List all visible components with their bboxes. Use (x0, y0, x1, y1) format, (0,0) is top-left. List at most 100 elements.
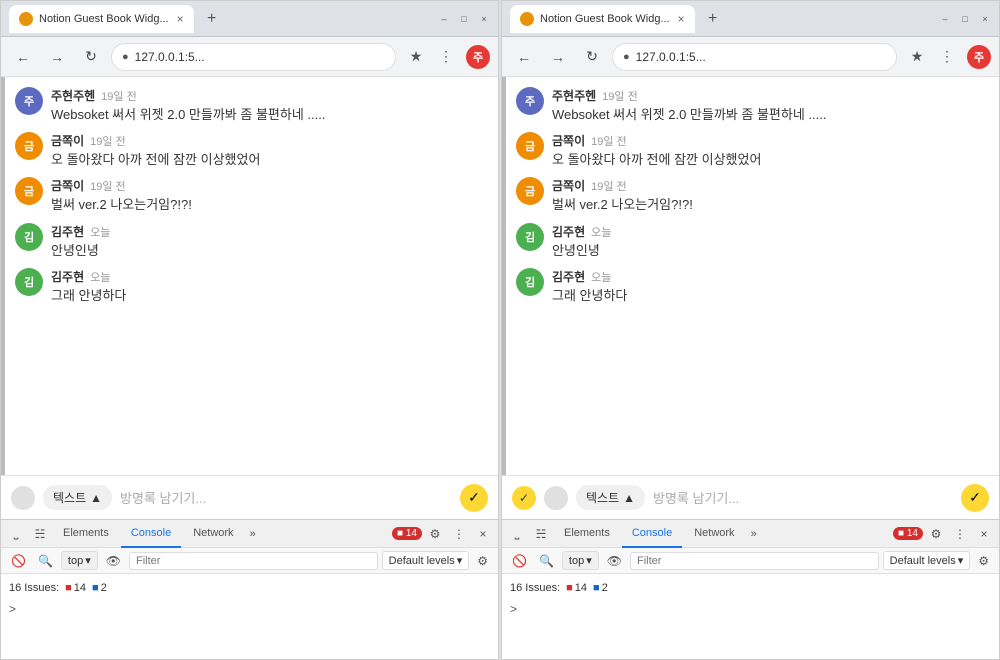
tab-bar-right: Notion Guest Book Widg... × + (510, 5, 927, 33)
reload-btn-right[interactable]: ↻ (578, 43, 606, 71)
tab-bar-left: Notion Guest Book Widg... × + (9, 5, 426, 33)
input-type-btn-right[interactable]: 텍스트 ▲ (576, 485, 645, 510)
time-right-2: 19일 전 (591, 178, 627, 194)
forward-btn-right[interactable]: → (544, 43, 572, 71)
devtools-settings-right: ■ 14 ⚙ ⋮ × (889, 523, 995, 545)
tab-left[interactable]: Notion Guest Book Widg... × (9, 5, 194, 33)
devtools-more-tabs-right[interactable]: » (747, 528, 761, 540)
devtools-tab-console-left[interactable]: Console (121, 520, 181, 548)
author-right-3: 김주현 (552, 223, 585, 240)
message-header-right-1: 금쪽이 19일 전 (552, 132, 985, 149)
chat-content-right: 주 주현주헨 19일 전 Websoket 써서 위젯 2.0 만들까봐 좀 불… (502, 77, 999, 475)
dt-clear-btn-left[interactable]: 🚫 (7, 552, 30, 570)
scroll-bar-right[interactable] (502, 77, 506, 475)
maximize-btn-right[interactable]: □ (959, 13, 971, 25)
dt-filter-input-right[interactable] (630, 552, 879, 570)
tab-close-left[interactable]: × (177, 12, 184, 26)
devtools-content-left: 16 Issues: ■ 14 ■ 2 > (1, 574, 498, 659)
input-placeholder-right[interactable]: 방명록 남기기... (653, 488, 953, 507)
author-right-4: 김주현 (552, 268, 585, 285)
dt-settings-btn-left[interactable]: ⚙ (473, 552, 492, 570)
message-body-left-3: 김주현 오늘 안녕인녕 (51, 223, 484, 260)
message-left-0: 주 주현주헨 19일 전 Websoket 써서 위젯 2.0 만들까봐 좀 불… (15, 87, 484, 124)
text-right-3: 안녕인녕 (552, 242, 985, 260)
more-btn-left[interactable]: ⋮ (432, 43, 460, 71)
devtools-tab-console-right[interactable]: Console (622, 520, 682, 548)
devtools-dots-btn-left[interactable]: ⋮ (448, 523, 470, 545)
dt-filter-icon-left: 🔍 (34, 552, 57, 570)
devtools-tabs-right: ⎵ ☵ Elements Console Network » ■ 14 ⚙ ⋮ … (502, 520, 999, 548)
dt-levels-dropdown-left[interactable]: Default levels ▾ (382, 551, 470, 570)
nav-actions-left: ★ ⋮ (402, 43, 460, 71)
devtools-dots-btn-right[interactable]: ⋮ (949, 523, 971, 545)
minimize-btn-left[interactable]: – (438, 13, 450, 25)
back-btn-left[interactable]: ← (9, 43, 37, 71)
text-right-0: Websoket 써서 위젯 2.0 만들까봐 좀 불편하네 ..... (552, 106, 985, 124)
dt-eye-btn-left[interactable]: 👁 (102, 552, 125, 570)
back-btn-right[interactable]: ← (510, 43, 538, 71)
tab-favicon-left (19, 12, 33, 26)
dt-levels-label-right: Default levels (890, 555, 956, 567)
new-tab-left[interactable]: + (198, 5, 226, 33)
scroll-bar-left[interactable] (1, 77, 5, 475)
more-btn-right[interactable]: ⋮ (933, 43, 961, 71)
devtools-tab-elements-right[interactable]: Elements (554, 520, 620, 548)
input-placeholder-left[interactable]: 방명록 남기기... (120, 488, 452, 507)
address-bar-right[interactable]: ● 127.0.0.1:5... (612, 43, 897, 71)
dt-levels-dropdown-right[interactable]: Default levels ▾ (883, 551, 971, 570)
dt-filter-input-left[interactable] (129, 552, 378, 570)
devtools-device-btn-left[interactable]: ☵ (29, 523, 51, 545)
caret-right: > (510, 602, 517, 616)
address-bar-left[interactable]: ● 127.0.0.1:5... (111, 43, 396, 71)
send-btn-left[interactable]: ✓ (460, 484, 488, 512)
minimize-btn-right[interactable]: – (939, 13, 951, 25)
close-btn-right[interactable]: × (979, 13, 991, 25)
devtools-tab-elements-left[interactable]: Elements (53, 520, 119, 548)
devtools-tab-network-right[interactable]: Network (684, 520, 744, 548)
message-body-right-1: 금쪽이 19일 전 오 돌아왔다 아까 전에 잠깐 이상했었어 (552, 132, 985, 169)
tab-right[interactable]: Notion Guest Book Widg... × (510, 5, 695, 33)
devtools-device-btn-right[interactable]: ☵ (530, 523, 552, 545)
new-tab-right[interactable]: + (699, 5, 727, 33)
input-avatar-left (11, 486, 35, 510)
devtools-more-tabs-left[interactable]: » (246, 528, 260, 540)
message-body-left-0: 주현주헨 19일 전 Websoket 써서 위젯 2.0 만들까봐 좀 불편하… (51, 87, 484, 124)
devtools-prompt-left[interactable]: > (9, 598, 490, 620)
error-badge-right: ■ 14 (566, 582, 587, 594)
devtools-close-btn-right[interactable]: × (973, 523, 995, 545)
tab-title-right: Notion Guest Book Widg... (540, 13, 670, 25)
dt-eye-btn-right[interactable]: 👁 (603, 552, 626, 570)
devtools-gear-btn-right[interactable]: ⚙ (925, 523, 947, 545)
devtools-inspect-btn-left[interactable]: ⎵ (5, 523, 27, 545)
forward-btn-left[interactable]: → (43, 43, 71, 71)
devtools-toolbar-right: 🚫 🔍 top ▾ 👁 Default levels ▾ ⚙ (502, 548, 999, 574)
devtools-settings-left: ■ 14 ⚙ ⋮ × (388, 523, 494, 545)
maximize-btn-left[interactable]: □ (458, 13, 470, 25)
dt-settings-btn-right[interactable]: ⚙ (974, 552, 993, 570)
dt-top-dropdown-right[interactable]: top ▾ (562, 551, 599, 570)
devtools-inspect-btn-right[interactable]: ⎵ (506, 523, 528, 545)
profile-btn-left[interactable]: 주 (466, 45, 490, 69)
reload-btn-left[interactable]: ↻ (77, 43, 105, 71)
dt-clear-btn-right[interactable]: 🚫 (508, 552, 531, 570)
profile-btn-right[interactable]: 주 (967, 45, 991, 69)
dt-top-dropdown-left[interactable]: top ▾ (61, 551, 98, 570)
input-type-btn-left[interactable]: 텍스트 ▲ (43, 485, 112, 510)
close-btn-left[interactable]: × (478, 13, 490, 25)
dt-levels-chevron-right: ▾ (958, 554, 964, 567)
devtools-left: ⎵ ☵ Elements Console Network » ■ 14 ⚙ ⋮ … (1, 519, 498, 659)
issues-bar-left: 16 Issues: ■ 14 ■ 2 (9, 578, 490, 598)
devtools-prompt-right[interactable]: > (510, 598, 991, 620)
devtools-gear-btn-left[interactable]: ⚙ (424, 523, 446, 545)
bookmark-btn-left[interactable]: ★ (402, 43, 430, 71)
text-right-1: 오 돌아왔다 아까 전에 잠깐 이상했었어 (552, 151, 985, 169)
bookmark-btn-right[interactable]: ★ (903, 43, 931, 71)
dt-top-dropdown-icon-left: ▾ (85, 554, 91, 567)
tab-close-right[interactable]: × (678, 12, 685, 26)
send-btn-right[interactable]: ✓ (961, 484, 989, 512)
author-left-0: 주현주헨 (51, 87, 95, 104)
issues-label-right: 16 Issues: (510, 582, 560, 594)
browser-window-left: Notion Guest Book Widg... × + – □ × ← → … (0, 0, 499, 660)
devtools-tab-network-left[interactable]: Network (183, 520, 243, 548)
devtools-close-btn-left[interactable]: × (472, 523, 494, 545)
